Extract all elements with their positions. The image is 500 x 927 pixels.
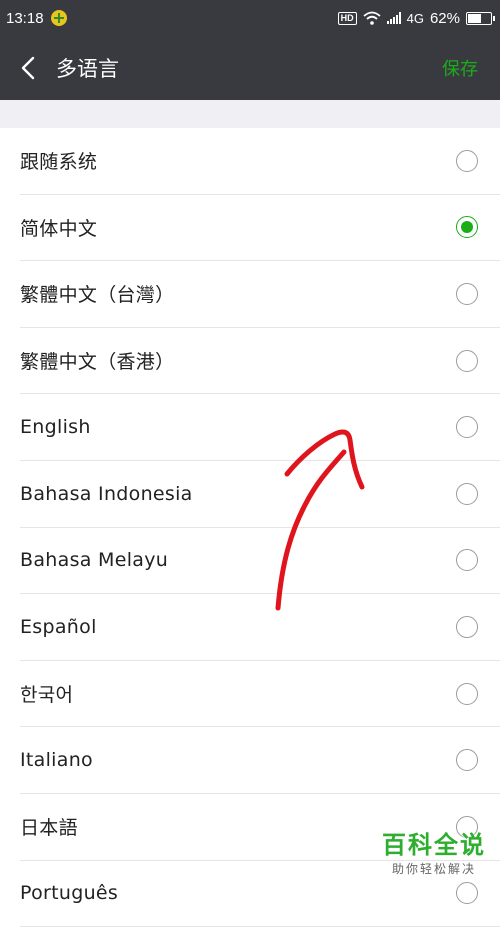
watermark-title: 百科全说: [382, 831, 486, 859]
radio-unchecked-icon[interactable]: [456, 549, 478, 572]
language-item[interactable]: Bahasa Indonesia: [20, 461, 500, 528]
language-label: 繁體中文（香港）: [20, 351, 175, 374]
app-notification-icon: [50, 10, 67, 26]
status-right: HD 4G 62%: [337, 9, 495, 27]
radio-unchecked-icon[interactable]: [456, 416, 478, 439]
status-bar: 13:18 HD 4G 62%: [0, 0, 500, 36]
language-label: Italiano: [20, 749, 93, 772]
language-label: English: [20, 416, 91, 439]
language-label: 繁體中文（台灣）: [20, 284, 175, 307]
signal-icon: [386, 12, 401, 24]
battery-percent: 62%: [429, 9, 460, 27]
radio-unchecked-icon[interactable]: [456, 282, 478, 305]
language-label: Español: [20, 615, 97, 638]
language-label: 日本語: [20, 817, 78, 840]
radio-unchecked-icon[interactable]: [456, 882, 478, 905]
watermark: 百科全说 助你轻松解决: [382, 825, 486, 877]
status-time: 13:18: [6, 9, 44, 27]
language-label: Português: [20, 882, 119, 905]
section-gap: [0, 100, 500, 128]
language-item[interactable]: Bahasa Melayu: [20, 528, 500, 595]
radio-unchecked-icon[interactable]: [456, 482, 478, 505]
nav-bar: 多语言 保存: [0, 36, 500, 100]
language-item[interactable]: 한국어: [20, 661, 500, 728]
radio-unchecked-icon[interactable]: [456, 615, 478, 638]
language-label: Bahasa Melayu: [20, 549, 169, 572]
language-label: 跟随系统: [20, 151, 98, 174]
radio-unchecked-icon[interactable]: [456, 349, 478, 372]
language-item[interactable]: English: [20, 394, 500, 461]
language-label: 한국어: [20, 684, 74, 707]
language-item[interactable]: 简体中文: [20, 195, 500, 262]
hd-icon: HD: [337, 11, 357, 25]
back-button[interactable]: [0, 36, 56, 100]
language-label: Bahasa Indonesia: [20, 482, 193, 505]
language-item[interactable]: 跟随系统: [20, 128, 500, 195]
language-item[interactable]: 繁體中文（香港）: [20, 328, 500, 395]
network-type: 4G: [406, 10, 424, 26]
language-item[interactable]: Italiano: [20, 727, 500, 794]
battery-fill: [468, 13, 481, 23]
radio-checked-icon[interactable]: [456, 216, 478, 239]
language-label: 简体中文: [20, 217, 98, 240]
radio-unchecked-icon[interactable]: [456, 749, 478, 772]
wifi-icon: [363, 11, 381, 25]
watermark-subtitle: 助你轻松解决: [391, 862, 476, 876]
battery-icon: [466, 11, 495, 25]
page-title: 多语言: [56, 57, 119, 81]
language-item[interactable]: Español: [20, 594, 500, 661]
language-item[interactable]: 繁體中文（台灣）: [20, 261, 500, 328]
chevron-left-icon: [21, 56, 35, 80]
radio-unchecked-icon[interactable]: [456, 682, 478, 705]
radio-unchecked-icon[interactable]: [456, 149, 478, 172]
status-left: 13:18: [6, 10, 67, 27]
save-button[interactable]: 保存: [442, 36, 478, 100]
language-list: 跟随系统简体中文繁體中文（台灣） 繁體中文（香港） English Bahasa In…: [0, 128, 500, 927]
